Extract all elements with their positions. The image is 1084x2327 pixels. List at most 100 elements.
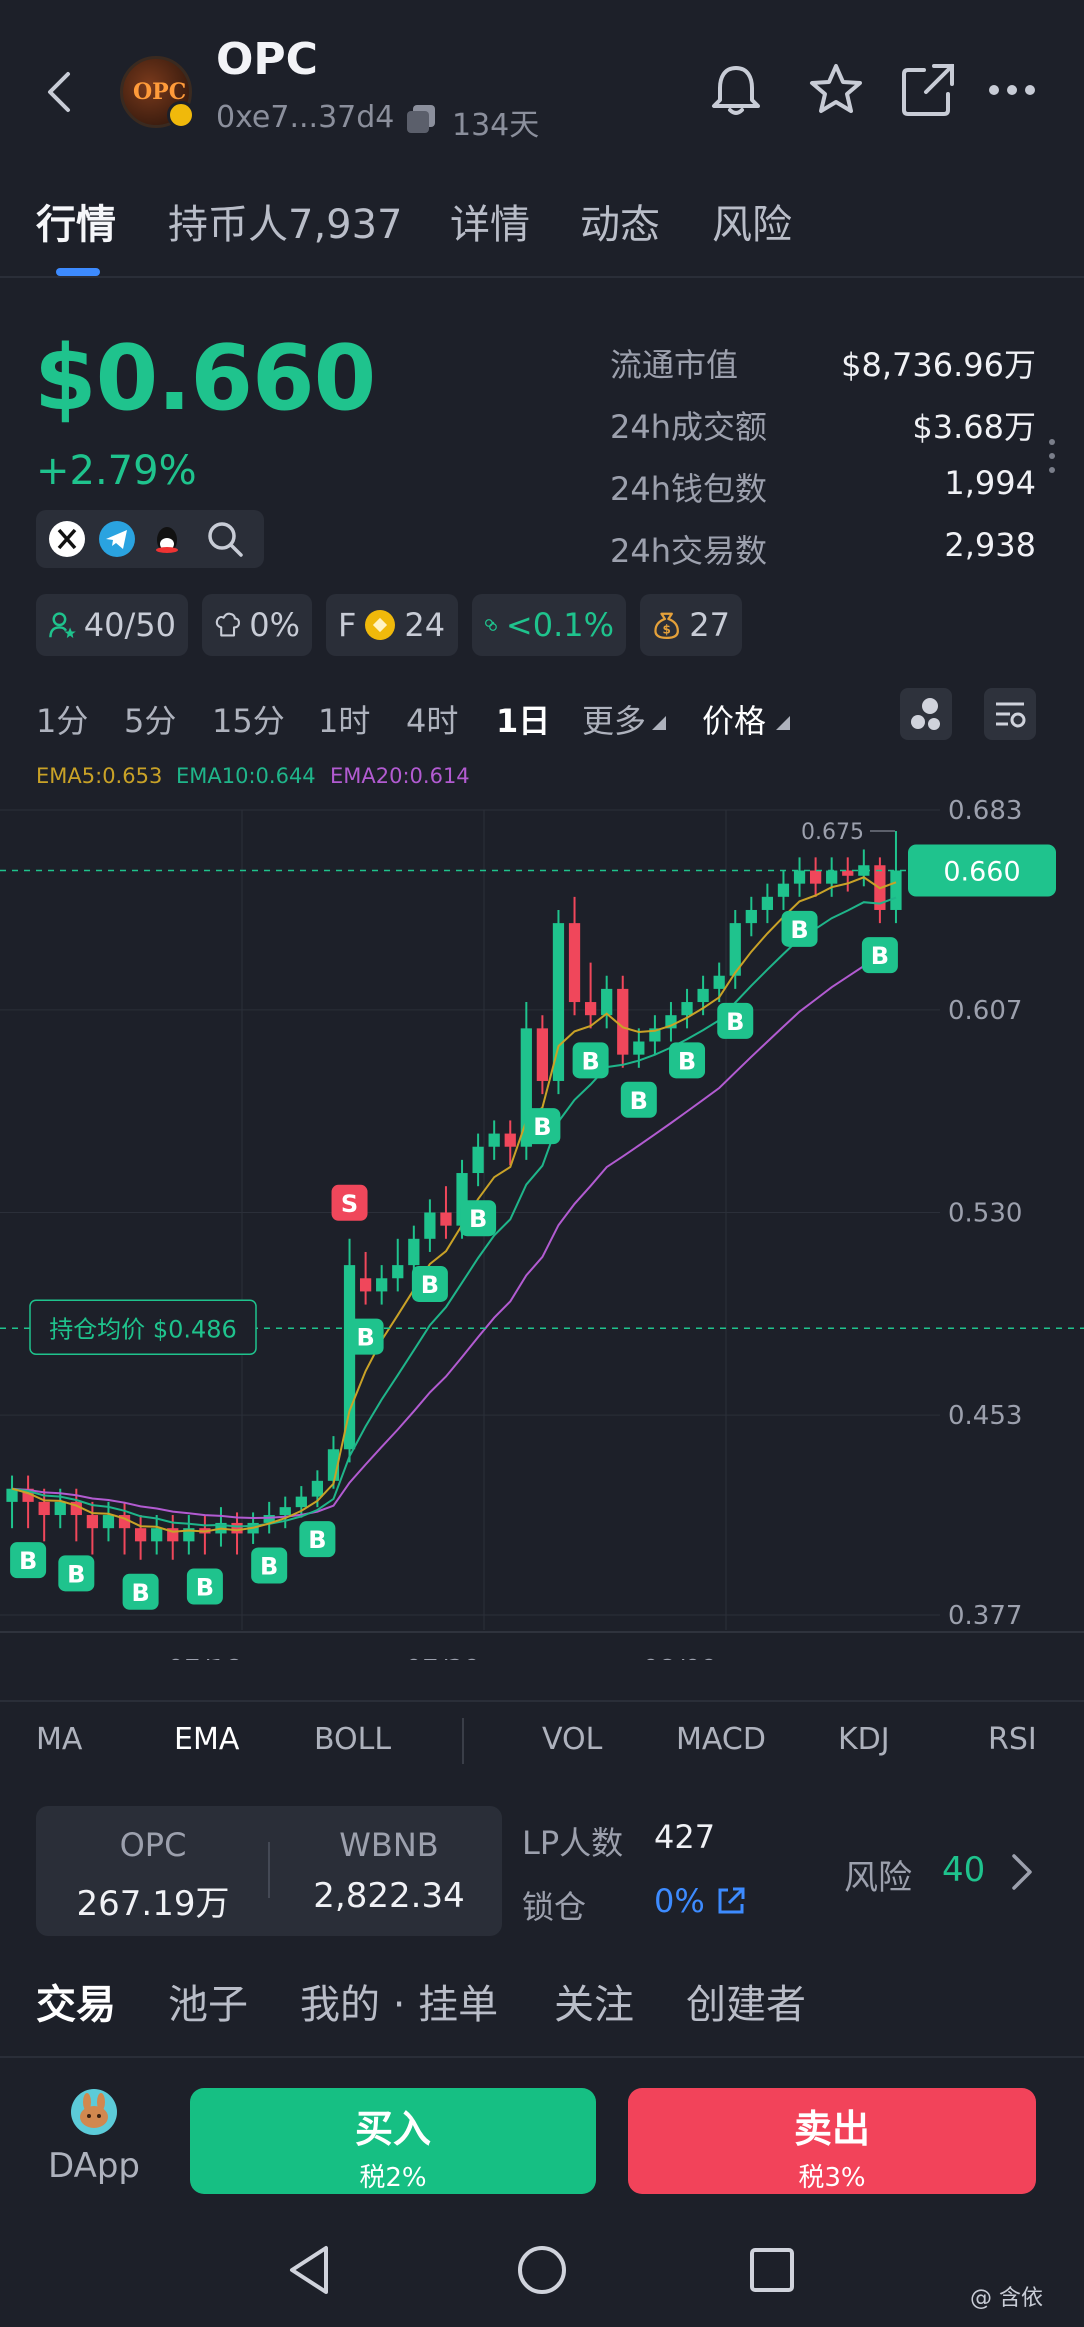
bundle-value: <0.1% bbox=[505, 606, 614, 644]
buy-label: 买入 bbox=[354, 2107, 431, 2151]
x-tick-label: 07/18 bbox=[168, 1655, 243, 1660]
holders-pill[interactable]: 40/50 bbox=[36, 594, 188, 656]
candle-body bbox=[568, 923, 581, 1003]
pool-token-label: OPC bbox=[119, 1826, 187, 1864]
vertical-more-icon[interactable] bbox=[1046, 436, 1058, 476]
candle-body bbox=[536, 1028, 549, 1081]
x-tick-label: 08/09 bbox=[643, 1655, 718, 1660]
tab-pools[interactable]: 池子 bbox=[168, 1972, 248, 2030]
dev-pill[interactable]: 0% bbox=[202, 594, 312, 656]
lock-value[interactable]: 0% bbox=[654, 1882, 705, 1920]
pancake-dapp-icon[interactable] bbox=[70, 2088, 118, 2136]
chart-settings-button[interactable] bbox=[984, 688, 1036, 740]
tabs-divider bbox=[0, 276, 1084, 278]
bottom-tabs-divider bbox=[0, 2056, 1084, 2058]
candle-body bbox=[424, 1212, 436, 1239]
tab-trade[interactable]: 交易 bbox=[36, 1972, 116, 2030]
back-arrow-icon[interactable] bbox=[40, 68, 80, 116]
x-tick-label: 07/29 bbox=[406, 1655, 481, 1660]
buy-marker-label: B bbox=[260, 1552, 278, 1580]
chevron-right-icon[interactable] bbox=[1010, 1852, 1034, 1892]
tab-activity[interactable]: 动态 bbox=[580, 192, 660, 250]
qq-icon[interactable] bbox=[148, 520, 186, 558]
ind-macd[interactable]: MACD bbox=[676, 1722, 766, 1757]
bnb-coin-icon bbox=[365, 610, 396, 640]
dots-icon bbox=[911, 698, 940, 730]
star-icon[interactable] bbox=[804, 58, 868, 122]
ind-boll[interactable]: BOLL bbox=[314, 1722, 391, 1757]
price-change: +2.79% bbox=[36, 448, 197, 494]
f-pill[interactable]: F 24 bbox=[326, 594, 458, 656]
ind-ma[interactable]: MA bbox=[36, 1722, 82, 1757]
candle-body bbox=[279, 1507, 291, 1516]
ind-ema[interactable]: EMA bbox=[174, 1722, 239, 1757]
tf-5m[interactable]: 5分 bbox=[124, 696, 176, 742]
search-icon[interactable] bbox=[204, 518, 246, 560]
tab-creator[interactable]: 创建者 bbox=[686, 1972, 806, 2030]
candle-body bbox=[38, 1501, 50, 1516]
sell-button[interactable]: 卖出 税3% bbox=[628, 2088, 1036, 2194]
sell-tax: 税3% bbox=[798, 2163, 866, 2193]
buy-button[interactable]: 买入 税2% bbox=[190, 2088, 596, 2194]
y-tick-label: 0.530 bbox=[948, 1199, 1022, 1229]
share-icon[interactable] bbox=[896, 58, 960, 122]
candle-body bbox=[151, 1528, 163, 1542]
telegram-icon[interactable] bbox=[98, 520, 136, 558]
risk-score[interactable]: 40 bbox=[942, 1850, 985, 1890]
candle-body bbox=[826, 870, 838, 884]
bundle-pill[interactable]: <0.1% bbox=[472, 594, 626, 656]
risk-label[interactable]: 风险 bbox=[844, 1850, 912, 1899]
dapp-label[interactable]: DApp bbox=[48, 2146, 140, 2186]
draw-tool-button[interactable] bbox=[900, 688, 952, 740]
buy-marker-label: B bbox=[19, 1547, 37, 1575]
tf-1m[interactable]: 1分 bbox=[36, 696, 88, 742]
nav-back-icon[interactable] bbox=[282, 2240, 342, 2300]
candle-body bbox=[134, 1528, 147, 1542]
pool-token-amount: 267.19万 bbox=[76, 1884, 230, 1924]
tab-holders[interactable]: 持币人7,937 bbox=[168, 192, 403, 250]
money-bag-icon: $ bbox=[654, 612, 679, 640]
tab-active-indicator bbox=[56, 268, 100, 276]
tab-follow[interactable]: 关注 bbox=[554, 1972, 634, 2030]
tab-my-orders[interactable]: 我的 · 挂单 bbox=[300, 1972, 498, 2030]
sniper-pill[interactable]: $ 27 bbox=[640, 594, 742, 656]
stat-value-volume: $3.68万 bbox=[912, 408, 1036, 446]
ind-rsi[interactable]: RSI bbox=[988, 1722, 1037, 1757]
tf-1h[interactable]: 1时 bbox=[318, 696, 370, 742]
ind-kdj[interactable]: KDJ bbox=[838, 1722, 890, 1757]
tab-details[interactable]: 详情 bbox=[450, 192, 530, 250]
copy-icon[interactable] bbox=[404, 102, 438, 136]
price-chart[interactable]: 0.683 0.607 0.530 0.453 0.377 07/18 07/29 08/09… bbox=[0, 780, 1084, 1660]
avg-cost-label: 持仓均价 $0.486 bbox=[49, 1315, 237, 1343]
nav-home-icon[interactable] bbox=[512, 2240, 572, 2300]
external-link-icon[interactable] bbox=[714, 1884, 748, 1918]
token-name: OPC bbox=[216, 34, 318, 85]
buy-marker-label: B bbox=[726, 1008, 744, 1036]
candle-body bbox=[793, 870, 806, 884]
current-price: $0.660 bbox=[34, 326, 376, 431]
buy-marker-label: B bbox=[196, 1573, 214, 1601]
tab-market[interactable]: 行情 bbox=[36, 192, 116, 250]
ind-vol[interactable]: VOL bbox=[542, 1722, 602, 1757]
tf-1d[interactable]: 1日 bbox=[496, 696, 550, 742]
y-tick-label: 0.453 bbox=[948, 1401, 1022, 1431]
candle-body bbox=[601, 988, 613, 1016]
watermark: @ 含依 bbox=[970, 2286, 1043, 2311]
candle-body bbox=[408, 1238, 420, 1266]
token-age: 134天 bbox=[452, 108, 540, 143]
tab-risk[interactable]: 风险 bbox=[712, 192, 792, 250]
nav-recents-icon[interactable] bbox=[742, 2240, 802, 2300]
liquidity-box[interactable]: OPC 267.19万 WBNB 2,822.34 bbox=[36, 1806, 502, 1936]
token-avatar: OPC bbox=[120, 56, 195, 129]
bell-icon[interactable] bbox=[704, 58, 768, 122]
candle-body bbox=[231, 1522, 243, 1534]
stat-label-trades: 24h交易数 bbox=[610, 532, 768, 570]
more-icon[interactable] bbox=[980, 58, 1044, 122]
x-icon[interactable] bbox=[48, 520, 86, 558]
buy-marker-label: B bbox=[67, 1560, 85, 1588]
tf-price-mode[interactable]: 价格 bbox=[702, 696, 766, 742]
tf-more[interactable]: 更多 bbox=[582, 696, 646, 742]
tf-4h[interactable]: 4时 bbox=[406, 696, 458, 742]
candle-body bbox=[552, 923, 565, 1081]
tf-15m[interactable]: 15分 bbox=[212, 696, 285, 742]
